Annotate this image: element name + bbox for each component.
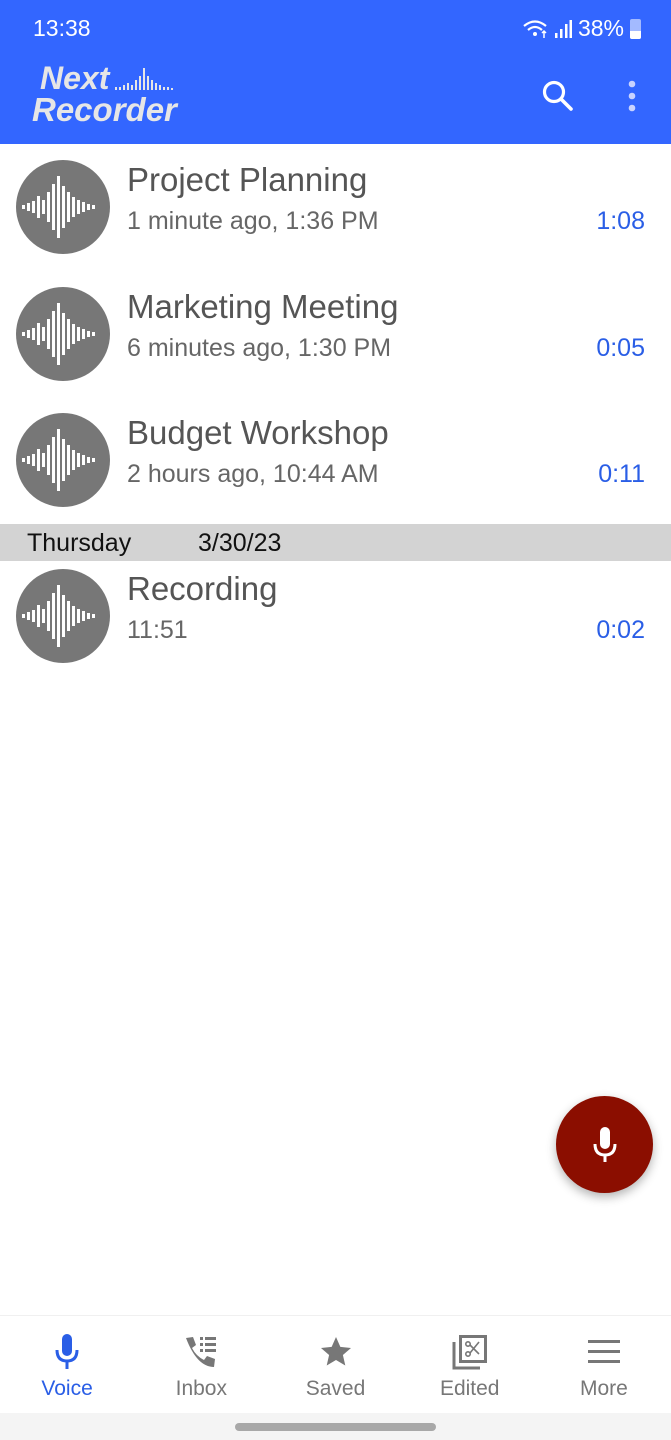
recording-duration: 0:11 <box>598 460 645 488</box>
recording-subtitle: 2 hours ago, 10:44 AM <box>127 460 379 488</box>
recording-title: Marketing Meeting <box>127 287 399 325</box>
nav-label: More <box>579 1377 628 1400</box>
app-logo: Next Recorder <box>32 62 177 126</box>
home-gesture-handle[interactable] <box>235 1423 436 1431</box>
bottom-navigation: Voice Inbox Saved Edited More <box>0 1315 671 1413</box>
status-time: 13:38 <box>33 15 91 41</box>
recording-item[interactable]: Budget Workshop 2 hours ago, 10:44 AM 0:… <box>0 397 671 524</box>
status-icons: 38% <box>522 15 641 42</box>
recording-duration: 0:05 <box>596 333 645 362</box>
recording-item[interactable]: Project Planning 1 minute ago, 1:36 PM 1… <box>0 144 671 271</box>
nav-label: Voice <box>41 1377 93 1400</box>
recording-title: Recording <box>127 570 278 607</box>
search-icon[interactable] <box>538 76 578 116</box>
recording-title: Project Planning <box>127 161 368 198</box>
recording-duration: 0:02 <box>596 616 645 644</box>
recording-subtitle: 11:51 <box>127 616 188 644</box>
mic-icon <box>593 1126 616 1162</box>
nav-label: Saved <box>305 1377 366 1400</box>
scissors-copy-icon <box>450 1332 490 1372</box>
more-vert-icon[interactable] <box>612 76 652 116</box>
recording-item[interactable]: Marketing Meeting 6 minutes ago, 1:30 PM… <box>0 271 671 398</box>
waveform-avatar-icon <box>16 569 110 663</box>
menu-icon <box>584 1332 624 1372</box>
logo-waveform-icon <box>115 66 174 90</box>
star-icon <box>316 1332 356 1372</box>
logo-text-next: Next <box>40 60 110 96</box>
logo-text-recorder: Recorder <box>32 91 177 128</box>
recording-title: Budget Workshop <box>127 414 389 451</box>
nav-label: Inbox <box>175 1377 227 1400</box>
battery-percent: 38% <box>577 15 624 41</box>
nav-saved[interactable]: Saved <box>268 1316 402 1413</box>
nav-edited[interactable]: Edited <box>403 1316 537 1413</box>
recording-duration: 1:08 <box>596 207 645 235</box>
app-bar: 13:38 38% Next Recorder <box>0 0 671 144</box>
waveform-avatar-icon <box>16 160 110 254</box>
waveform-avatar-icon <box>16 286 110 381</box>
older-recordings-list: Recording 11:51 0:02 <box>0 561 671 688</box>
recordings-list: Project Planning 1 minute ago, 1:36 PM 1… <box>0 144 671 524</box>
nav-voice[interactable]: Voice <box>0 1316 134 1413</box>
waveform-avatar-icon <box>16 413 110 507</box>
nav-more[interactable]: More <box>537 1316 671 1413</box>
mic-icon <box>47 1332 87 1372</box>
recording-item[interactable]: Recording 11:51 0:02 <box>0 553 671 680</box>
nav-inbox[interactable]: Inbox <box>134 1316 268 1413</box>
record-fab-button[interactable] <box>556 1096 653 1193</box>
phone-list-icon <box>181 1332 221 1372</box>
recording-subtitle: 1 minute ago, 1:36 PM <box>127 207 379 235</box>
battery-icon <box>630 18 641 39</box>
recording-subtitle: 6 minutes ago, 1:30 PM <box>127 333 392 362</box>
wifi-icon <box>523 19 547 38</box>
nav-label: Edited <box>439 1377 500 1400</box>
system-nav-bar <box>0 1413 671 1440</box>
signal-icon <box>554 19 572 38</box>
